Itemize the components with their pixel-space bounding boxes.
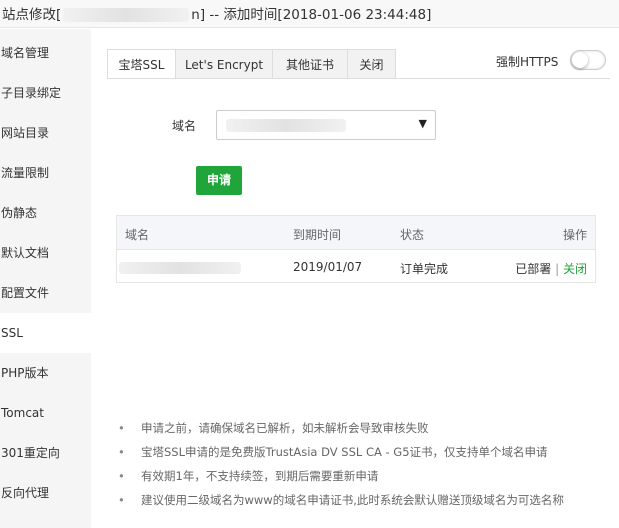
sidebar-item-reverse-proxy[interactable]: 反向代理 bbox=[0, 473, 91, 513]
sidebar-item-rewrite[interactable]: 伪静态 bbox=[0, 193, 91, 233]
sidebar-item-subdirectory-binding[interactable]: 子目录绑定 bbox=[0, 73, 91, 113]
force-https-label: 强制HTTPS bbox=[496, 55, 559, 69]
note-item: 宝塔SSL申请的是免费版TrustAsia DV SSL CA - G5证书，仅… bbox=[116, 442, 616, 466]
sidebar-item-ssl[interactable]: SSL bbox=[0, 313, 91, 353]
tab-baota-ssl[interactable]: 宝塔SSL bbox=[107, 49, 176, 79]
row-actions: 已部署 | 关闭 bbox=[515, 260, 587, 277]
tab-lets-encrypt[interactable]: Let's Encrypt bbox=[175, 49, 273, 79]
header-domain: 域名 bbox=[125, 228, 150, 242]
certificate-table: 域名 到期时间 状态 操作 2019/01/07 订单完成 已部署 | 关闭 bbox=[116, 215, 596, 283]
note-item: 建议使用二级域名为www的域名申请证书,此时系统会默认赠送顶级域名为可选名称 bbox=[116, 490, 616, 514]
sidebar-item-traffic-limit[interactable]: 流量限制 bbox=[0, 153, 91, 193]
table-header: 域名 到期时间 状态 操作 bbox=[117, 216, 595, 250]
sidebar-item-domain-management[interactable]: 域名管理 bbox=[0, 33, 91, 73]
action-separator: | bbox=[551, 262, 563, 276]
sidebar: 域名管理 子目录绑定 网站目录 流量限制 伪静态 默认文档 配置文件 SSL P… bbox=[0, 29, 91, 528]
header-action: 操作 bbox=[562, 228, 587, 242]
table-row: 2019/01/07 订单完成 已部署 | 关闭 bbox=[117, 250, 595, 283]
tab-divider bbox=[107, 78, 610, 79]
toggle-knob bbox=[572, 52, 588, 68]
force-https-toggle[interactable] bbox=[570, 50, 606, 70]
window-title: 站点修改[n] -- 添加时间[2018-01-06 23:44:48] bbox=[2, 7, 432, 23]
domain-select[interactable]: ▼ bbox=[216, 110, 436, 140]
header-status: 状态 bbox=[400, 228, 425, 242]
sidebar-item-default-document[interactable]: 默认文档 bbox=[0, 233, 91, 273]
tab-close[interactable]: 关闭 bbox=[347, 49, 396, 79]
domain-label: 域名 bbox=[172, 119, 197, 133]
sidebar-item-tomcat[interactable]: Tomcat bbox=[0, 393, 91, 433]
note-item: 有效期1年，不支持续签，到期后需要重新申请 bbox=[116, 466, 616, 490]
caret-down-icon: ▼ bbox=[418, 117, 427, 130]
header-expire-time: 到期时间 bbox=[293, 228, 342, 242]
sidebar-item-site-directory[interactable]: 网站目录 bbox=[0, 113, 91, 153]
ssl-notes: 申请之前，请确保域名已解析，如未解析会导致审核失败 宝塔SSL申请的是免费版Tr… bbox=[116, 418, 616, 514]
row-status: 订单完成 bbox=[400, 262, 449, 276]
deployed-text: 已部署 bbox=[515, 262, 552, 276]
redacted-domain-value bbox=[226, 119, 346, 132]
tab-other-certificate[interactable]: 其他证书 bbox=[272, 49, 348, 79]
note-item: 申请之前，请确保域名已解析，如未解析会导致审核失败 bbox=[116, 418, 616, 442]
apply-button[interactable]: 申请 bbox=[196, 166, 242, 195]
redacted-row-domain bbox=[119, 262, 241, 274]
close-ssl-link[interactable]: 关闭 bbox=[563, 262, 587, 276]
sidebar-item-config-file[interactable]: 配置文件 bbox=[0, 273, 91, 313]
redacted-site-name bbox=[63, 8, 190, 22]
window-titlebar: 站点修改[n] -- 添加时间[2018-01-06 23:44:48] bbox=[0, 0, 619, 28]
sidebar-item-301-redirect[interactable]: 301重定向 bbox=[0, 433, 91, 473]
sidebar-item-php-version[interactable]: PHP版本 bbox=[0, 353, 91, 393]
row-expire-time: 2019/01/07 bbox=[293, 260, 363, 274]
